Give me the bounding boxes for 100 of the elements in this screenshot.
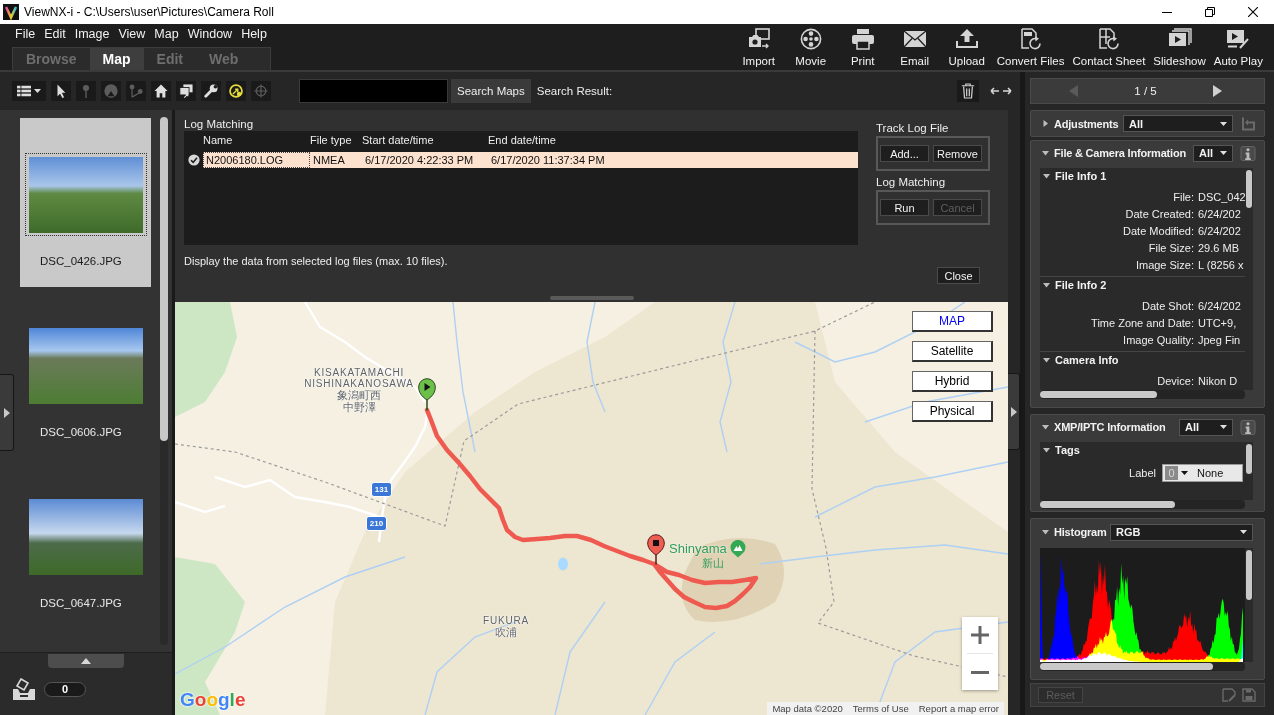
map-tool-button[interactable] [12, 81, 46, 101]
search-maps-button[interactable]: Search Maps [451, 79, 531, 103]
caret-icon[interactable] [1043, 356, 1050, 364]
toolbar-button[interactable]: Contact Sheet [1069, 28, 1149, 68]
group-title: Camera Info [1055, 354, 1119, 366]
menu-item[interactable]: Window [183, 26, 237, 41]
menu-item[interactable]: Help [237, 26, 271, 41]
double-arrow-icon[interactable] [990, 86, 1012, 96]
channel-dropdown[interactable]: RGB [1110, 523, 1253, 541]
panel-toggle-button[interactable] [1008, 373, 1020, 450]
dropdown-caret-icon [1220, 151, 1227, 155]
scrollbar-thumb[interactable] [1246, 444, 1252, 474]
field-label: Date Shot: [1141, 299, 1194, 314]
menu-item[interactable]: Edit [40, 26, 70, 41]
vertical-scrollbar[interactable] [1245, 548, 1253, 662]
caret-icon[interactable] [1042, 423, 1049, 431]
end-pin-icon[interactable] [647, 534, 665, 565]
menu-item[interactable]: View [114, 26, 150, 41]
menu-item[interactable]: File [11, 26, 40, 41]
section-title: File & Camera Information [1054, 147, 1186, 159]
toolbar-button[interactable]: Email [889, 28, 940, 68]
caret-icon[interactable] [1042, 120, 1049, 127]
caret-icon[interactable] [1042, 528, 1049, 536]
field-value: 6/24/202 [1198, 207, 1242, 222]
scrollbar-thumb[interactable] [1246, 550, 1252, 600]
attribution-link[interactable]: Terms of Use [847, 702, 914, 715]
caret-icon[interactable] [1043, 281, 1050, 289]
thumbnail-item[interactable]: DSC_0606.JPG [20, 289, 151, 458]
horizontal-scrollbar[interactable] [1040, 500, 1245, 509]
toolbar-button[interactable]: Slideshow [1150, 28, 1209, 68]
scrollbar-thumb[interactable] [1246, 170, 1252, 208]
map-view[interactable]: KISAKATAMACHI NISHINAKANOSAWA 象潟町西 中野澤 FUKURA 吹浦 131 210 Shinyama 新山 MAP Satellite Hybrid Physical Google Map data ©2020 Terms of Use Report a map error [175, 302, 1008, 715]
map-tool-button[interactable] [51, 81, 71, 101]
attribution-link[interactable]: Report a map error [913, 702, 1004, 715]
mode-tab[interactable]: Map [89, 48, 144, 70]
caret-icon[interactable] [1043, 446, 1050, 454]
toolbar-button[interactable]: Movie [785, 28, 836, 68]
menu-item[interactable]: Map [150, 26, 183, 41]
start-pin-icon[interactable] [418, 378, 436, 411]
info-icon[interactable] [1240, 145, 1256, 161]
toolbar-button[interactable]: Convert Files [993, 28, 1068, 68]
section-title: Adjustments [1054, 117, 1119, 130]
thumbnail-item[interactable]: DSC_0647.JPG [20, 460, 151, 629]
scrollbar-thumb[interactable] [1040, 501, 1175, 508]
place-label: NISHINAKANOSAWA [304, 378, 414, 389]
mountain-icon[interactable] [730, 540, 746, 558]
toolbar-button[interactable]: Upload [941, 28, 992, 68]
map-type-button[interactable]: Physical [912, 401, 993, 422]
map-type-button[interactable]: MAP [912, 311, 993, 332]
next-image-button[interactable] [1213, 85, 1222, 97]
map-tool-button[interactable] [201, 81, 221, 101]
toolbar-button[interactable]: Auto Play [1210, 28, 1266, 68]
place-label: KISAKATAMACHI [313, 367, 404, 378]
map-tool-button[interactable] [226, 81, 246, 101]
vertical-scrollbar[interactable] [1245, 442, 1253, 500]
filter-dropdown[interactable]: All [1123, 115, 1233, 132]
place-label: 吹浦 [495, 626, 517, 638]
delete-button[interactable] [957, 80, 979, 102]
column-header: Start date/time [362, 134, 435, 146]
dialog-button[interactable]: Add... [880, 145, 929, 162]
scrollbar-thumb[interactable] [1040, 391, 1157, 398]
log-row[interactable]: N2006180.LOG NMEA 6/17/2020 4:22:33 PM 6/17/2020 11:37:34 PM [203, 152, 858, 168]
menu-item[interactable]: Image [70, 26, 114, 41]
map-type-button[interactable]: Hybrid [912, 371, 993, 392]
close-button[interactable]: Close [937, 267, 980, 284]
check-circle-icon[interactable] [188, 154, 200, 166]
thumbnail-item[interactable]: DSC_0426.JPG [20, 118, 151, 287]
filter-dropdown[interactable]: All [1193, 144, 1233, 162]
caret-icon[interactable] [1042, 149, 1049, 157]
splitter-handle[interactable] [549, 296, 634, 300]
notched-circle-icon [104, 84, 118, 98]
map-tool-button[interactable] [151, 81, 171, 101]
scrollbar-thumb[interactable] [1040, 663, 1213, 670]
vertical-scrollbar[interactable] [160, 117, 168, 645]
scroll-up-button[interactable] [48, 654, 124, 668]
field-label: Time Zone and Date: [1090, 316, 1194, 331]
table-cell-text: 6/17/2020 11:37:34 PM [490, 153, 606, 168]
panel-toggle-button[interactable] [0, 374, 14, 451]
label-dropdown[interactable]: 0 None [1162, 464, 1243, 482]
toolbar-button[interactable]: Import [733, 28, 784, 68]
dialog-button[interactable]: Remove [933, 145, 982, 162]
horizontal-scrollbar[interactable] [1040, 390, 1245, 399]
map-tool-button[interactable] [176, 81, 196, 101]
search-field[interactable] [299, 79, 448, 103]
info-icon[interactable] [1240, 419, 1256, 435]
field-label: File Size: [1147, 241, 1194, 256]
filter-dropdown[interactable]: All [1179, 418, 1233, 436]
scrollbar-thumb[interactable] [160, 117, 168, 441]
vertical-scrollbar[interactable] [1245, 168, 1253, 390]
dialog-button[interactable]: Run [880, 199, 929, 216]
map-type-button[interactable]: Satellite [912, 341, 993, 362]
field-label: Date Created: [1124, 207, 1194, 222]
caret-icon[interactable] [1043, 172, 1050, 180]
section-title: Histogram [1054, 526, 1107, 538]
horizontal-scrollbar[interactable] [1040, 662, 1245, 671]
app-logo-icon [3, 4, 19, 20]
dropdown-caret-icon [1220, 425, 1227, 429]
toolbar-button[interactable]: Print [837, 28, 888, 68]
tray-icon[interactable] [12, 677, 36, 701]
field-value: 6/24/202 [1198, 224, 1242, 239]
